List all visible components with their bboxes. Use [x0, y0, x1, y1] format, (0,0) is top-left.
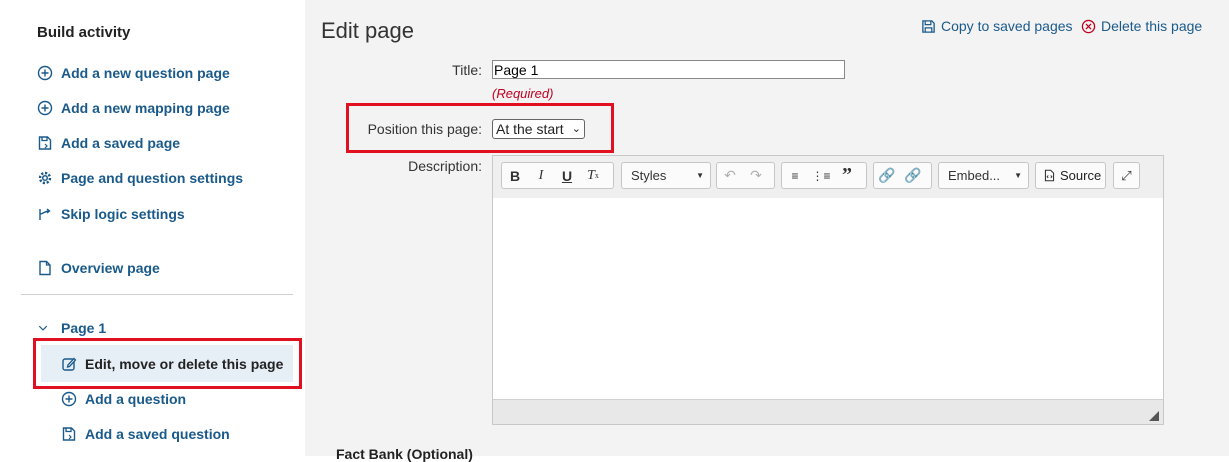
underline-icon[interactable]: U: [554, 163, 580, 188]
italic-icon[interactable]: I: [528, 163, 554, 188]
title-label: Title:: [452, 62, 482, 78]
copy-to-saved-pages-link[interactable]: Copy to saved pages: [921, 18, 1073, 34]
sidebar-item-add-question-page[interactable]: Add a new question page: [37, 65, 230, 81]
sidebar: Build activity Add a new question page A…: [0, 0, 305, 456]
list-group: ≡ ⋮≡ ”: [781, 162, 867, 189]
history-group: ↶ ↷: [716, 162, 775, 189]
chevron-down-icon: [38, 325, 48, 331]
delete-circle-icon: [1081, 19, 1096, 33]
plus-circle-icon: [37, 100, 53, 116]
sidebar-item-add-saved-question[interactable]: Add a saved question: [61, 426, 230, 442]
maximize-button[interactable]: ⤢: [1113, 162, 1140, 189]
copy-link-label: Copy to saved pages: [941, 18, 1073, 34]
description-label: Description:: [408, 158, 482, 174]
bulleted-list-icon[interactable]: ⋮≡: [808, 163, 834, 188]
delete-link-label: Delete this page: [1101, 18, 1203, 34]
sidebar-item-label: Add a saved question: [85, 426, 230, 442]
redo-icon[interactable]: ↷: [743, 163, 769, 188]
plus-circle-icon: [37, 65, 53, 81]
sidebar-item-overview[interactable]: Overview page: [37, 260, 160, 276]
sidebar-item-settings[interactable]: Page and question settings: [37, 170, 243, 186]
dropdown-arrow-icon: ▼: [696, 171, 704, 180]
highlight-box-edit-page: [33, 338, 302, 389]
styles-combo[interactable]: Styles ▼: [621, 162, 711, 189]
sidebar-item-label: Add a new question page: [61, 65, 230, 81]
sidebar-item-label: Add a saved page: [61, 135, 181, 151]
sidebar-item-add-question[interactable]: Add a question: [61, 391, 186, 407]
sidebar-page-group-toggle[interactable]: Page 1: [37, 320, 106, 336]
sidebar-item-label: Skip logic settings: [61, 206, 185, 222]
required-text: (Required): [492, 86, 554, 101]
embed-combo[interactable]: Embed... ▼: [938, 162, 1029, 189]
page-title: Edit page: [321, 18, 414, 43]
rich-text-editor: B I U Tx Styles ▼ ↶ ↷ ≡ ⋮≡ ” 🔗 🔗 Embed..…: [492, 155, 1164, 425]
saved-page-icon: [38, 136, 52, 150]
dropdown-arrow-icon: ▼: [1014, 171, 1022, 180]
skip-logic-icon: [39, 208, 51, 220]
format-group: B I U Tx: [501, 162, 614, 189]
sidebar-divider: [21, 294, 293, 295]
plus-circle-icon: [61, 391, 77, 407]
link-group: 🔗 🔗: [873, 162, 932, 189]
link-icon[interactable]: 🔗: [874, 163, 900, 188]
embed-combo-label: Embed...: [948, 168, 1001, 183]
undo-icon[interactable]: ↶: [717, 163, 743, 188]
numbered-list-icon[interactable]: ≡: [782, 163, 808, 188]
bold-icon[interactable]: B: [502, 163, 528, 188]
sidebar-item-skip-logic[interactable]: Skip logic settings: [37, 206, 185, 222]
editor-content-area[interactable]: [493, 198, 1163, 400]
gear-icon: [38, 171, 52, 185]
styles-combo-label: Styles: [631, 168, 667, 183]
resize-handle-icon[interactable]: [1149, 411, 1159, 421]
source-button-label: Source: [1060, 168, 1102, 183]
maximize-icon: ⤢: [1121, 167, 1132, 183]
editor-status-bar: [493, 399, 1163, 424]
sidebar-item-label: Add a question: [85, 391, 187, 407]
saved-page-icon: [62, 427, 76, 441]
highlight-box-position: [346, 103, 614, 153]
editor-toolbar: B I U Tx Styles ▼ ↶ ↷ ≡ ⋮≡ ” 🔗 🔗 Embed..…: [493, 156, 1163, 199]
sidebar-item-label: Overview page: [61, 260, 160, 276]
fact-bank-heading: Fact Bank (Optional): [336, 446, 473, 462]
sidebar-page-group-label: Page 1: [61, 320, 107, 336]
source-icon: [1044, 169, 1055, 182]
unlink-icon[interactable]: 🔗: [900, 163, 926, 188]
title-input[interactable]: [492, 60, 845, 79]
sidebar-item-label: Page and question settings: [61, 170, 244, 186]
source-button[interactable]: Source: [1035, 162, 1106, 189]
main-content: Edit page Copy to saved pages Delete thi…: [305, 0, 1229, 462]
document-icon: [39, 260, 51, 276]
delete-page-link[interactable]: Delete this page: [1081, 18, 1202, 34]
sidebar-item-add-saved-page[interactable]: Add a saved page: [37, 135, 180, 151]
remove-format-icon[interactable]: Tx: [580, 163, 606, 188]
blockquote-icon[interactable]: ”: [834, 163, 860, 188]
sidebar-item-label: Add a new mapping page: [61, 100, 230, 116]
sidebar-item-add-mapping-page[interactable]: Add a new mapping page: [37, 100, 230, 116]
save-icon: [922, 19, 935, 33]
sidebar-title: Build activity: [37, 24, 131, 41]
